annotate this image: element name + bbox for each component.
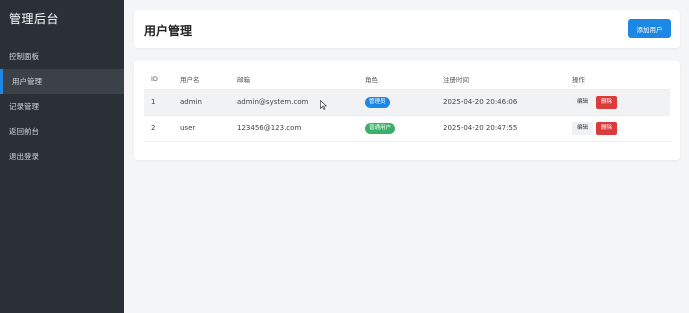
column-header-username: 用户名 xyxy=(180,69,237,90)
table-row: 1 admin admin@system.com 管理员 2025-04-20 … xyxy=(144,89,670,116)
column-header-email: 邮箱 xyxy=(237,69,365,90)
column-header-created: 注册时间 xyxy=(443,69,572,90)
role-badge: 管理员 xyxy=(365,96,390,108)
user-table-card: ID 用户名 邮箱 角色 注册时间 操作 1 admin admin@syste… xyxy=(134,61,680,160)
cell-id: 1 xyxy=(144,89,180,116)
cell-id: 2 xyxy=(144,115,180,142)
table-header-row: ID 用户名 邮箱 角色 注册时间 操作 xyxy=(144,69,670,90)
sidebar-item-records[interactable]: 记录管理 xyxy=(0,94,124,119)
sidebar-nav: 控制面板 用户管理 记录管理 返回前台 退出登录 xyxy=(0,44,124,169)
edit-button[interactable]: 编辑 xyxy=(572,95,594,109)
mouse-pointer-icon xyxy=(320,95,328,114)
sidebar-item-frontend[interactable]: 返回前台 xyxy=(0,119,124,144)
sidebar-item-logout[interactable]: 退出登录 xyxy=(0,144,124,169)
sidebar: 管理后台 控制面板 用户管理 记录管理 返回前台 退出登录 xyxy=(0,0,124,313)
main-content: 用户管理 添加用户 ID 用户名 邮箱 角色 注册时间 操作 1 admin a… xyxy=(124,0,689,313)
page-header-card: 用户管理 添加用户 xyxy=(134,10,680,48)
sidebar-item-dashboard[interactable]: 控制面板 xyxy=(0,44,124,69)
sidebar-item-users[interactable]: 用户管理 xyxy=(0,69,124,94)
cell-role: 管理员 xyxy=(365,89,443,116)
cell-role: 普通用户 xyxy=(365,115,443,142)
cell-actions: 编辑 删除 xyxy=(572,115,670,142)
table-row: 2 user 123456@123.com 普通用户 2025-04-20 20… xyxy=(144,115,670,142)
add-user-button[interactable]: 添加用户 xyxy=(628,19,671,38)
column-header-role: 角色 xyxy=(365,69,443,90)
cell-created: 2025-04-20 20:47:55 xyxy=(443,115,572,142)
user-table: ID 用户名 邮箱 角色 注册时间 操作 1 admin admin@syste… xyxy=(144,69,670,142)
page-title: 用户管理 xyxy=(144,24,193,38)
column-header-actions: 操作 xyxy=(572,69,670,90)
cell-username: user xyxy=(180,115,237,142)
cell-username: admin xyxy=(180,89,237,116)
cell-created: 2025-04-20 20:46:06 xyxy=(443,89,572,116)
delete-button[interactable]: 删除 xyxy=(596,95,618,109)
brand-title: 管理后台 xyxy=(9,12,60,26)
cell-email: admin@system.com xyxy=(237,89,365,116)
edit-button[interactable]: 编辑 xyxy=(572,121,594,135)
cell-email: 123456@123.com xyxy=(237,115,365,142)
column-header-id: ID xyxy=(144,69,180,90)
cell-actions: 编辑 删除 xyxy=(572,89,670,116)
delete-button[interactable]: 删除 xyxy=(596,121,618,135)
role-badge: 普通用户 xyxy=(365,122,396,134)
